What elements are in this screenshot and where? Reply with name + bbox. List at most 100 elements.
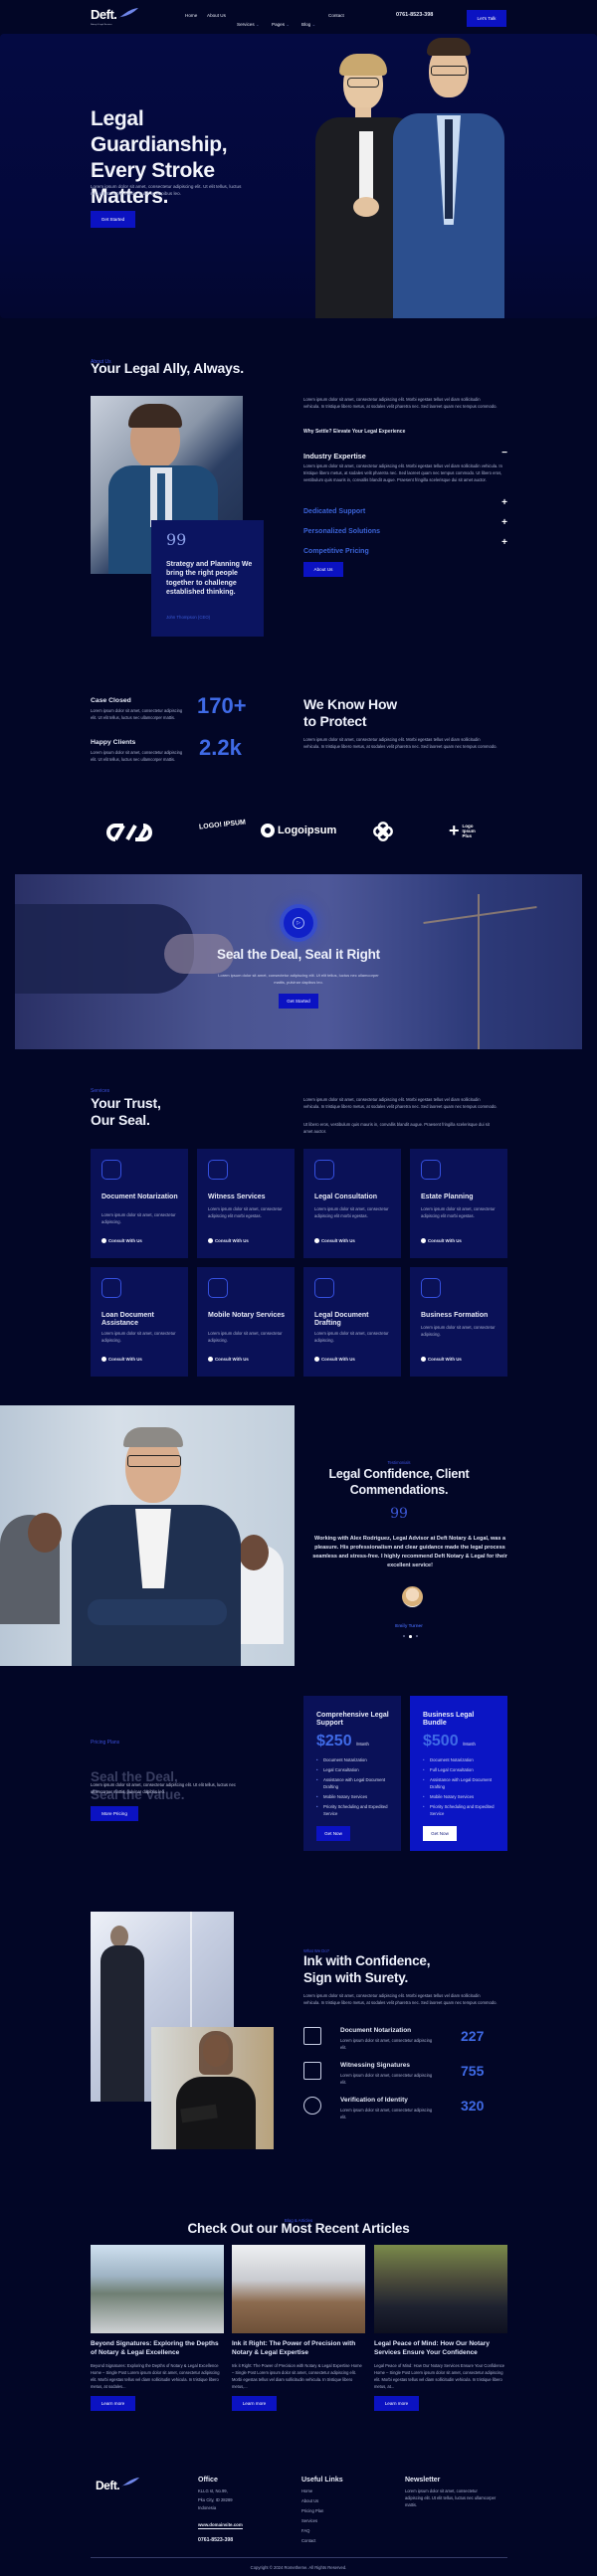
plus-icon[interactable]: + — [501, 517, 507, 528]
document-pen-icon — [421, 1278, 441, 1298]
mobile-phone-icon — [208, 1278, 228, 1298]
article-excerpt: Legal Peace of Mind: How Our Notary Serv… — [374, 2363, 505, 2389]
consult-with-us-link[interactable]: Consult With Us — [208, 1357, 249, 1362]
service-title: Estate Planning — [421, 1194, 474, 1200]
testimonial-title: Legal Confidence, Client Commendations. — [328, 1467, 470, 1497]
footer-link[interactable]: Pricing Plan — [301, 2506, 343, 2516]
get-now-button[interactable]: Get Now — [316, 1826, 350, 1841]
consult-with-us-link[interactable]: Consult With Us — [208, 1238, 249, 1243]
slide-dot-3[interactable] — [415, 1635, 418, 1637]
service-title: Document Notarization — [101, 1194, 178, 1200]
article-title[interactable]: Beyond Signatures: Exploring the Depths … — [91, 2339, 224, 2357]
more-pricing-button[interactable]: More Pricing — [91, 1806, 138, 1821]
clipboard-icon — [303, 2027, 321, 2045]
nav-services[interactable]: Services ⌄ — [237, 13, 260, 31]
article-title[interactable]: Legal Peace of Mind: How Our Notary Serv… — [374, 2339, 507, 2357]
witness-shield-icon — [208, 1160, 228, 1180]
price-value: $500 — [423, 1733, 459, 1749]
play-video-button[interactable]: ▷ — [284, 908, 313, 938]
footer-link[interactable]: FAQ — [301, 2526, 343, 2536]
service-title: Legal Document Drafting — [314, 1312, 369, 1327]
consult-with-us-link[interactable]: Consult With Us — [101, 1238, 142, 1243]
consult-with-us-link[interactable]: Consult With Us — [421, 1357, 462, 1362]
footer-phone[interactable]: 0761-8523-398 — [198, 2537, 243, 2543]
nav-contact[interactable]: Contact — [328, 13, 344, 18]
service-title: Business Formation — [421, 1312, 489, 1319]
chevron-down-icon: ⌄ — [254, 22, 260, 27]
article-image[interactable] — [374, 2245, 507, 2333]
article-image[interactable] — [232, 2245, 365, 2333]
get-now-button[interactable]: Get Now — [423, 1826, 457, 1841]
logo[interactable]: Deft. Notary & Legal Services — [91, 6, 138, 26]
article-title[interactable]: Ink it Right: The Power of Precision wit… — [232, 2339, 365, 2357]
pricing-text: Lorem ipsum dolor sit amet, consectetur … — [91, 1782, 236, 1794]
flower-logo-icon — [373, 822, 393, 841]
footer-link[interactable]: Services — [301, 2516, 343, 2526]
blog-title: Check Out our Most Recent Articles — [187, 2221, 410, 2236]
service-title: Legal Consultation — [314, 1194, 377, 1200]
footer-link[interactable]: About Us — [301, 2496, 343, 2506]
learn-more-button[interactable]: Learn more — [91, 2396, 135, 2411]
protect-title: We Know How to Protect — [303, 696, 397, 729]
footer-link[interactable]: Contact — [301, 2536, 343, 2546]
chevron-down-icon: ⌄ — [285, 22, 291, 27]
fountain-pen-icon — [303, 2062, 321, 2080]
service-description: Lorem ipsum dolor sit amet, consectetur … — [314, 1206, 389, 1218]
service-description: Lorem ipsum dolor sit amet, consectetur … — [208, 1206, 283, 1218]
slide-dot-1[interactable] — [403, 1635, 405, 1637]
nav-about-us[interactable]: About Us — [207, 13, 226, 18]
nav-home[interactable]: Home — [185, 13, 197, 18]
learn-more-button[interactable]: Learn more — [232, 2396, 277, 2411]
ring-logo-icon — [261, 824, 275, 837]
footer-logo[interactable]: Deft. — [96, 2477, 140, 2494]
learn-more-button[interactable]: Learn more — [374, 2396, 419, 2411]
accordion-item-competitive-pricing[interactable]: Competitive Pricing + — [303, 537, 507, 558]
header-phone[interactable]: 0761-8523-398 — [396, 12, 433, 18]
arrow-circle-icon — [101, 1238, 106, 1243]
nav-pages[interactable]: Pages ⌄ — [272, 13, 290, 31]
stat-case-closed: Case Closed Lorem ipsum dolor sit amet, … — [91, 697, 183, 720]
minus-icon[interactable]: − — [501, 443, 507, 460]
about-title: Your Legal Ally, Always. — [91, 360, 244, 376]
plan-feature: Mobile Notary Services — [316, 1794, 396, 1801]
footer-office: Office KLLG st, No.99, Pku City, ID 2828… — [198, 2477, 243, 2543]
services-text-2: Ut libero eros, vestibulum quis mauris i… — [303, 1122, 490, 1134]
consult-with-us-link[interactable]: Consult With Us — [421, 1238, 462, 1243]
plus-icon[interactable]: + — [501, 497, 507, 508]
pricing-eyebrow: Pricing Plans — [91, 1740, 120, 1746]
plan-feature: Document Notarization — [316, 1757, 396, 1764]
nav-blog[interactable]: Blog ⌄ — [301, 13, 315, 31]
fingerprint-icon — [303, 2097, 321, 2115]
consult-with-us-link[interactable]: Consult With Us — [101, 1357, 142, 1362]
consult-with-us-link[interactable]: Consult With Us — [314, 1238, 355, 1243]
arrow-circle-icon — [208, 1357, 213, 1362]
testimonial-author: Emily Turner — [395, 1623, 423, 1628]
testimonial-avatar — [402, 1586, 423, 1607]
plus-icon[interactable]: + — [501, 537, 507, 548]
about-us-button[interactable]: About Us — [303, 562, 343, 577]
article-image[interactable] — [91, 2245, 224, 2333]
price-value: $250 — [316, 1733, 352, 1749]
footer-newsletter: Newsletter Lorem ipsum dolor sit amet, c… — [405, 2477, 497, 2507]
whatwedo-text: Lorem ipsum dolor sit amet, consectetur … — [303, 1993, 498, 2005]
consult-with-us-link[interactable]: Consult With Us — [314, 1357, 355, 1362]
service-description: Lorem ipsum dolor sit amet, consectetur … — [421, 1206, 496, 1218]
lets-talk-button[interactable]: Let's Talk — [467, 10, 506, 27]
footer-website-link[interactable]: www.domainsite.com — [198, 2522, 243, 2529]
accordion-item-industry-expertise[interactable]: Industry Expertise − — [303, 446, 507, 463]
service-title: Loan Document Assistance — [101, 1312, 154, 1327]
shield-scale-icon — [101, 1160, 121, 1180]
banner-get-started-button[interactable]: Get Started — [279, 994, 318, 1009]
hero-get-started-button[interactable]: Get Started — [91, 211, 135, 228]
slide-dot-2-active[interactable] — [409, 1635, 412, 1638]
service-card: Business Formation Lorem ipsum dolor sit … — [410, 1267, 507, 1377]
about-intro: Lorem ipsum dolor sit amet, consectetur … — [303, 397, 498, 409]
accordion-item-personalized-solutions[interactable]: Personalized Solutions + — [303, 517, 507, 538]
accordion-item-dedicated-support[interactable]: Dedicated Support + — [303, 497, 507, 518]
pricing-card-comprehensive: Comprehensive Legal Support $250 /Month … — [303, 1696, 401, 1851]
partner-logo-logo-ipsum: LOGO! IPSUM — [198, 819, 247, 831]
arrow-circle-icon — [101, 1357, 106, 1362]
whatwedo-item-title: Document Notarization — [340, 2027, 412, 2034]
service-description: Lorem ipsum dolor sit amet, consectetur … — [208, 1331, 283, 1343]
footer-link[interactable]: Home — [301, 2486, 343, 2496]
